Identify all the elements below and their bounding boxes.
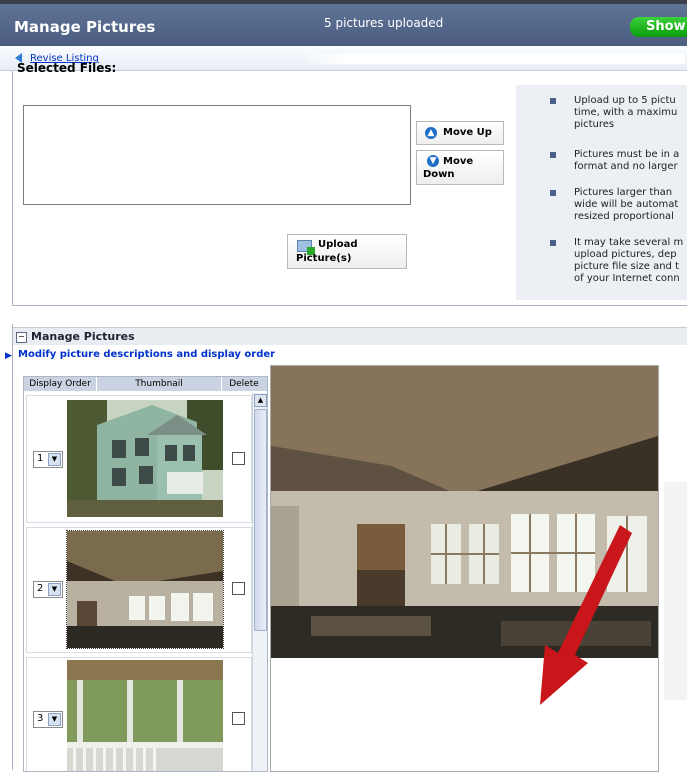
column-delete: Delete xyxy=(229,379,259,389)
display-order-value: 3 xyxy=(37,713,44,724)
tip-text: Pictures larger than wide will be automa… xyxy=(574,187,679,222)
thumbnail-image-selected[interactable] xyxy=(66,530,224,649)
selected-files-label: Selected Files: xyxy=(17,61,117,75)
bullet-icon xyxy=(550,190,556,196)
dropdown-arrow-icon: ▼ xyxy=(48,583,61,596)
column-thumbnail: Thumbnail xyxy=(97,377,222,391)
move-down-button[interactable]: ▼ Move Down xyxy=(416,150,504,185)
table-row: 1 ▼ xyxy=(26,395,252,523)
bullet-icon xyxy=(550,98,556,104)
selected-files-list[interactable] xyxy=(23,105,411,205)
thumbnail-image[interactable] xyxy=(67,400,223,517)
bullet-icon xyxy=(550,152,556,158)
move-down-label: Move Down xyxy=(423,156,474,180)
redacted-area xyxy=(300,54,685,64)
pictures-grid: Display Order Thumbnail Delete 1 ▼ 2 ▼ 3… xyxy=(23,376,268,772)
move-up-label: Move Up xyxy=(443,127,492,138)
display-order-select[interactable]: 3 ▼ xyxy=(33,711,63,728)
scroll-up-icon[interactable]: ▲ xyxy=(254,394,267,407)
display-order-value: 1 xyxy=(37,453,44,464)
page-header: Manage Pictures 5 pictures uploaded Show xyxy=(0,4,687,46)
manage-pictures-title: Manage Pictures xyxy=(31,330,135,343)
grid-header: Display Order Thumbnail Delete xyxy=(24,377,267,391)
table-row: 3 ▼ xyxy=(26,657,252,771)
display-order-value: 2 xyxy=(37,583,44,594)
tip-text: It may take several m upload pictures, d… xyxy=(574,237,684,284)
collapse-icon[interactable]: − xyxy=(16,332,27,343)
table-row: 2 ▼ xyxy=(26,527,252,653)
side-panel-edge xyxy=(664,482,687,700)
delete-checkbox[interactable] xyxy=(232,582,245,595)
move-up-icon: ▲ xyxy=(425,127,437,139)
upload-pictures-label: Upload Picture(s) xyxy=(296,239,358,264)
thumbnail-image[interactable] xyxy=(67,660,223,771)
display-order-select[interactable]: 2 ▼ xyxy=(33,581,63,598)
show-button[interactable]: Show xyxy=(630,17,687,37)
manage-pictures-header[interactable]: − Manage Pictures xyxy=(13,327,687,345)
column-display-order: Display Order xyxy=(24,377,97,391)
page-title: Manage Pictures xyxy=(14,18,156,36)
tip-text: Pictures must be in a format and no larg… xyxy=(574,149,680,172)
tip-text: Upload up to 5 pictu time, with a maximu… xyxy=(574,95,678,130)
dropdown-arrow-icon: ▼ xyxy=(48,453,61,466)
display-order-select[interactable]: 1 ▼ xyxy=(33,451,63,468)
upload-tips: Upload up to 5 pictu time, with a maximu… xyxy=(516,85,687,300)
move-up-button[interactable]: ▲ Move Up xyxy=(416,121,504,145)
expand-arrow-icon[interactable]: ▶ xyxy=(5,351,12,361)
scrollbar-thumb[interactable] xyxy=(254,409,267,631)
upload-panel: Selected Files: ▲ Move Up ▼ Move Down Up… xyxy=(12,61,687,306)
upload-pictures-button[interactable]: Upload Picture(s) xyxy=(287,234,407,269)
delete-checkbox[interactable] xyxy=(232,712,245,725)
red-annotation-arrow-icon xyxy=(540,525,632,705)
dropdown-arrow-icon: ▼ xyxy=(48,713,61,726)
thumbnail-scrollbar[interactable]: ▲ xyxy=(252,393,267,771)
delete-checkbox[interactable] xyxy=(232,452,245,465)
modify-descriptions-link[interactable]: Modify picture descriptions and display … xyxy=(18,349,275,360)
bullet-icon xyxy=(550,240,556,246)
upload-status: 5 pictures uploaded xyxy=(324,16,444,30)
